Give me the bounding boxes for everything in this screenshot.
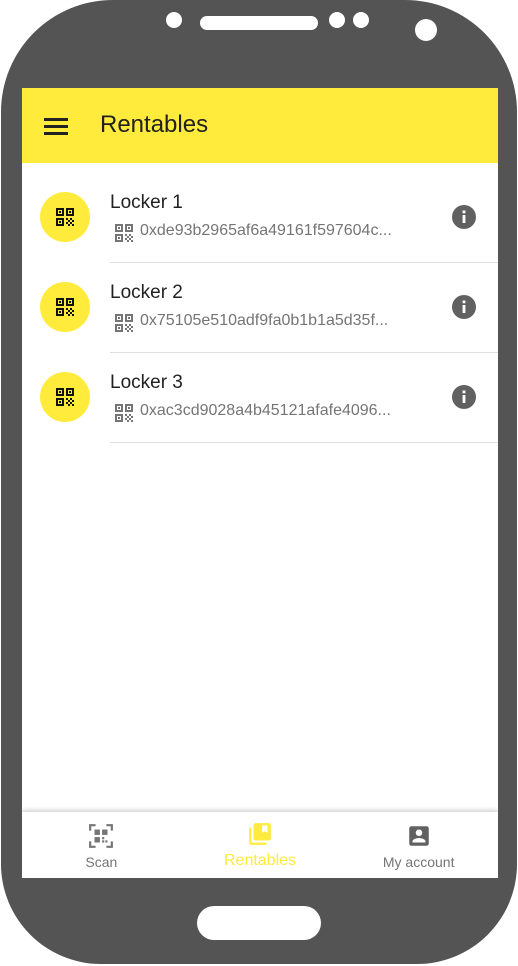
qr-code-icon xyxy=(56,208,74,226)
qr-code-icon xyxy=(115,314,133,332)
list-item[interactable]: Locker 2 0x75105e510adf9fa0b1b1a5d35f... xyxy=(22,263,498,353)
avatar xyxy=(40,192,90,242)
account-box-icon xyxy=(408,826,429,846)
address-row: 0xde93b2965af6a49161f597604c... xyxy=(112,219,432,243)
home-button[interactable] xyxy=(197,906,321,940)
contract-address: 0x75105e510adf9fa0b1b1a5d35f... xyxy=(140,312,389,329)
qr-scan-icon xyxy=(89,824,114,848)
page-title: Rentables xyxy=(100,111,209,138)
list-item[interactable]: Locker 3 0xac3cd9028a4b45121afafe4096... xyxy=(22,353,498,443)
menu-icon[interactable] xyxy=(36,108,72,144)
info-icon[interactable] xyxy=(451,294,477,320)
qr-code-icon xyxy=(56,388,74,406)
nav-my-account[interactable]: My account xyxy=(339,812,498,878)
nav-label: Scan xyxy=(85,854,118,870)
item-title: Locker 2 xyxy=(110,282,183,303)
qr-code-icon xyxy=(115,224,133,242)
address-row: 0x75105e510adf9fa0b1b1a5d35f... xyxy=(112,309,432,333)
nav-scan[interactable]: Scan xyxy=(22,812,181,878)
qr-code-icon xyxy=(56,298,74,316)
nav-label: Rentables xyxy=(223,852,297,869)
app-bar: Rentables xyxy=(22,88,498,163)
nav-label: My account xyxy=(382,854,455,870)
sensor-dot xyxy=(353,12,369,28)
address-row: 0xac3cd9028a4b45121afafe4096... xyxy=(112,399,432,423)
sensor-dot xyxy=(329,12,345,28)
item-title: Locker 1 xyxy=(110,192,183,213)
front-camera xyxy=(415,19,437,41)
rentables-list: Locker 1 0xde93b2965af6a49161f597604c...… xyxy=(22,173,498,443)
nav-rentables[interactable]: Rentables xyxy=(181,812,340,878)
app-screen: Rentables Locker 1 0xde93b2965af6a49161f… xyxy=(22,88,498,878)
sensor-dot xyxy=(166,12,182,28)
list-item[interactable]: Locker 1 0xde93b2965af6a49161f597604c... xyxy=(22,173,498,263)
avatar xyxy=(40,372,90,422)
divider xyxy=(110,442,498,443)
contract-address: 0xac3cd9028a4b45121afafe4096... xyxy=(140,402,391,419)
collections-icon xyxy=(249,823,271,845)
avatar xyxy=(40,282,90,332)
bottom-navigation: Scan Rentables My account xyxy=(22,812,498,878)
speaker-grille xyxy=(200,16,318,30)
info-icon[interactable] xyxy=(451,204,477,230)
contract-address: 0xde93b2965af6a49161f597604c... xyxy=(140,222,392,239)
qr-code-icon xyxy=(115,404,133,422)
item-title: Locker 3 xyxy=(110,372,183,393)
info-icon[interactable] xyxy=(451,384,477,410)
